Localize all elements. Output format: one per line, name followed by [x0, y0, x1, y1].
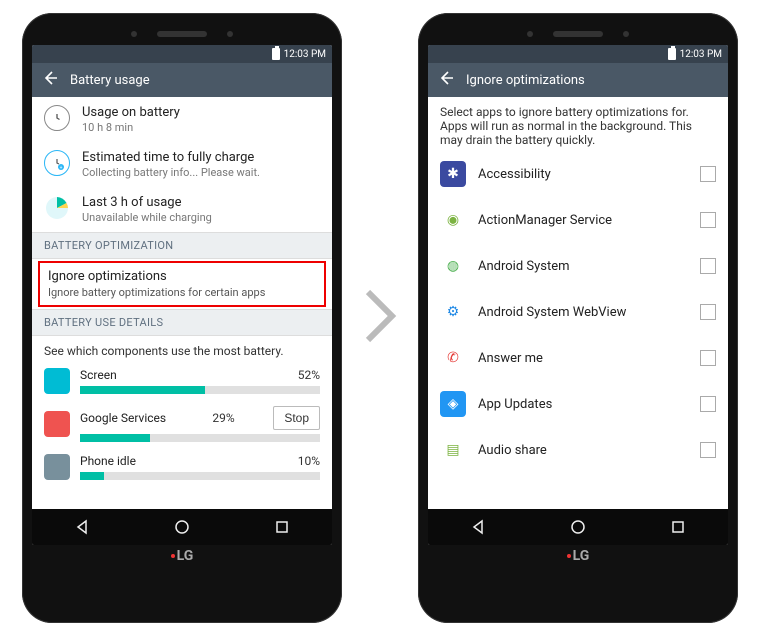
checkbox[interactable] [700, 258, 716, 274]
nav-back-icon[interactable] [469, 518, 487, 536]
component-icon [44, 454, 70, 480]
brand-logo: LG [32, 545, 332, 567]
app-bar: Ignore optimizations [428, 63, 728, 97]
app-row[interactable]: ⚙ Android System WebView [428, 289, 728, 335]
app-icon: ✆ [440, 345, 466, 371]
app-name: Android System [478, 259, 688, 274]
component-icon [44, 368, 70, 394]
row-title: Last 3 h of usage [82, 195, 320, 210]
plug-icon: + [44, 150, 70, 176]
row-last-3h[interactable]: Last 3 h of usage Unavailable while char… [32, 187, 332, 232]
clock: 12:03 PM [680, 49, 722, 60]
row-usage-on-battery[interactable]: Usage on battery 10 h 8 min [32, 97, 332, 142]
app-row[interactable]: ◍ Android System [428, 243, 728, 289]
app-name: ActionManager Service [478, 213, 688, 228]
component-pct: 10% [290, 454, 320, 468]
app-icon: ✱ [440, 161, 466, 187]
checkbox[interactable] [700, 350, 716, 366]
app-name: Android System WebView [478, 305, 688, 320]
row-sub: 10 h 8 min [82, 121, 320, 134]
row-title: Usage on battery [82, 105, 320, 120]
row-title: Ignore optimizations [48, 269, 316, 284]
app-name: Audio share [478, 443, 688, 458]
section-battery-use-details: BATTERY USE DETAILS [32, 309, 332, 336]
checkbox[interactable] [700, 166, 716, 182]
content: Usage on battery 10 h 8 min + Estimated … [32, 97, 332, 486]
app-row[interactable]: ◈ App Updates [428, 381, 728, 427]
content: Select apps to ignore battery optimizati… [428, 97, 728, 473]
app-row[interactable]: ✆ Answer me [428, 335, 728, 381]
transition-arrow-icon [358, 284, 402, 352]
component-pct: 29% [205, 411, 235, 425]
phone-speaker [428, 23, 728, 45]
clock-icon [44, 105, 70, 131]
app-name: App Updates [478, 397, 688, 412]
app-row[interactable]: ✱ Accessibility [428, 151, 728, 197]
component-icon [44, 411, 70, 437]
svg-text:+: + [60, 165, 63, 170]
nav-back-icon[interactable] [73, 518, 91, 536]
app-bar: Battery usage [32, 63, 332, 97]
nav-recent-icon[interactable] [273, 518, 291, 536]
usage-row[interactable]: Google Services 29% Stop [32, 400, 332, 448]
row-sub: Collecting battery info... Please wait. [82, 166, 320, 179]
nav-bar [428, 509, 728, 545]
checkbox[interactable] [700, 212, 716, 228]
row-sub: Unavailable while charging [82, 211, 320, 224]
checkbox[interactable] [700, 442, 716, 458]
row-title: Estimated time to fully charge [82, 150, 320, 165]
checkbox[interactable] [700, 304, 716, 320]
stop-button[interactable]: Stop [273, 406, 320, 430]
nav-recent-icon[interactable] [669, 518, 687, 536]
brand-logo: LG [428, 545, 728, 567]
app-icon: ▤ [440, 437, 466, 463]
back-icon[interactable] [42, 70, 58, 90]
app-icon: ◉ [440, 207, 466, 233]
row-sub: Ignore battery optimizations for certain… [48, 286, 316, 299]
app-name: Answer me [478, 351, 688, 366]
usage-row[interactable]: Screen 52% [32, 362, 332, 400]
nav-bar [32, 509, 332, 545]
description: Select apps to ignore battery optimizati… [428, 97, 728, 151]
usage-row[interactable]: Phone idle 10% [32, 448, 332, 486]
phone-left: 12:03 PM Battery usage Usage on battery … [22, 13, 342, 623]
app-row[interactable]: ▤ Audio share [428, 427, 728, 473]
app-icon: ◍ [440, 253, 466, 279]
status-bar: 12:03 PM [428, 45, 728, 63]
progress-bar [80, 472, 320, 480]
battery-icon [668, 48, 676, 60]
back-icon[interactable] [438, 70, 454, 90]
phone-right: 12:03 PM Ignore optimizations Select app… [418, 13, 738, 623]
status-bar: 12:03 PM [32, 45, 332, 63]
progress-bar [80, 386, 320, 394]
appbar-title: Battery usage [70, 73, 150, 88]
component-name: Screen [80, 368, 117, 382]
row-estimated-charge[interactable]: + Estimated time to fully charge Collect… [32, 142, 332, 187]
component-name: Google Services [80, 411, 166, 425]
app-icon: ◈ [440, 391, 466, 417]
component-name: Phone idle [80, 454, 136, 468]
checkbox[interactable] [700, 396, 716, 412]
nav-home-icon[interactable] [569, 518, 587, 536]
section-battery-optimization: BATTERY OPTIMIZATION [32, 232, 332, 259]
appbar-title: Ignore optimizations [466, 73, 585, 88]
screen-left: 12:03 PM Battery usage Usage on battery … [32, 45, 332, 545]
clock: 12:03 PM [284, 49, 326, 60]
app-icon: ⚙ [440, 299, 466, 325]
row-ignore-optimizations[interactable]: Ignore optimizations Ignore battery opti… [38, 261, 326, 307]
battery-icon [272, 48, 280, 60]
pie-icon [44, 195, 70, 221]
app-row[interactable]: ◉ ActionManager Service [428, 197, 728, 243]
details-description: See which components use the most batter… [32, 336, 332, 362]
component-pct: 52% [290, 368, 320, 382]
progress-bar [80, 434, 320, 442]
app-name: Accessibility [478, 167, 688, 182]
phone-speaker [32, 23, 332, 45]
screen-right: 12:03 PM Ignore optimizations Select app… [428, 45, 728, 545]
nav-home-icon[interactable] [173, 518, 191, 536]
